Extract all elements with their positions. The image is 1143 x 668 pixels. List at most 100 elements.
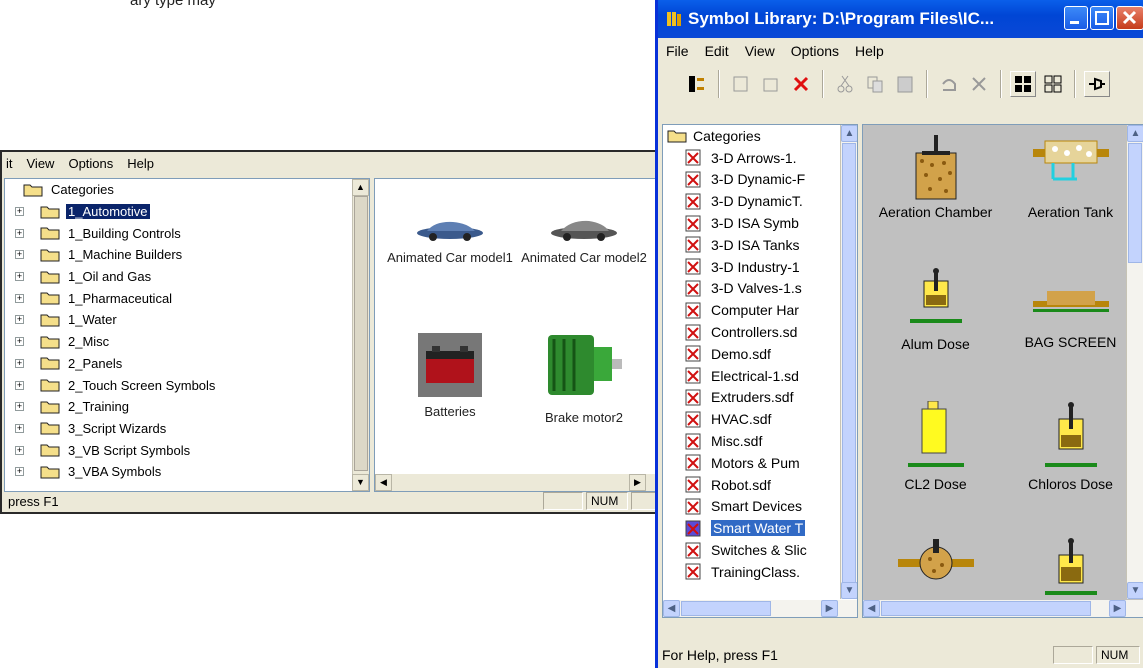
gallery-item[interactable]: Chloros Dose — [1008, 401, 1133, 492]
tree-item[interactable]: +2_Misc — [5, 331, 369, 353]
file-tree-hscrollbar[interactable]: ◀ ▶ — [663, 600, 857, 617]
expand-icon[interactable]: + — [15, 402, 24, 412]
tree-item[interactable]: Misc.sdf — [663, 430, 857, 452]
minimize-button[interactable] — [1064, 6, 1088, 30]
tree-item[interactable]: HVAC.sdf — [663, 408, 857, 430]
close-button[interactable] — [1116, 6, 1143, 30]
gallery-item[interactable]: Alum Dose — [873, 267, 998, 352]
gallery-item[interactable]: Batteries — [385, 333, 515, 420]
expand-icon[interactable]: + — [15, 228, 24, 238]
scroll-thumb[interactable] — [681, 601, 771, 616]
menu-view[interactable]: View — [745, 43, 775, 59]
menu-help[interactable]: Help — [127, 156, 154, 171]
back-category-tree[interactable]: Categories +1_Automotive +1_Building Contr… — [4, 178, 370, 492]
gallery-item[interactable] — [873, 539, 998, 592]
small-icons-button[interactable] — [1040, 71, 1066, 97]
expand-icon[interactable]: + — [15, 293, 24, 303]
expand-icon[interactable]: + — [15, 380, 24, 390]
new-symbol-button[interactable] — [728, 71, 754, 97]
scroll-thumb[interactable] — [1128, 143, 1142, 263]
expand-icon[interactable]: + — [15, 207, 24, 217]
tree-item[interactable]: 3-D Valves-1.s — [663, 278, 857, 300]
expand-icon[interactable]: + — [15, 423, 24, 433]
expand-icon[interactable]: + — [15, 358, 24, 368]
scroll-right-button[interactable]: ▶ — [629, 474, 646, 491]
symbol-library-window[interactable]: Symbol Library: D:\Program Files\IC... F… — [655, 0, 1143, 668]
paste-button[interactable] — [892, 71, 918, 97]
symbol-file-tree[interactable]: Categories 3-D Arrows-1. 3-D Dynamic-F 3-D… — [662, 124, 858, 618]
gallery-hscrollbar[interactable]: ◀ ▶ — [863, 600, 1143, 617]
expand-icon[interactable]: + — [15, 445, 24, 455]
cut-button[interactable] — [832, 71, 858, 97]
gallery-item[interactable]: Animated Car model1 — [385, 213, 515, 266]
tree-item[interactable]: 3-D Industry-1 — [663, 256, 857, 278]
scroll-thumb[interactable] — [881, 601, 1091, 616]
delete-button[interactable] — [788, 71, 814, 97]
tree-item[interactable]: +1_Automotive — [5, 201, 369, 223]
tree-item[interactable]: Electrical-1.sd — [663, 365, 857, 387]
scroll-up-button[interactable]: ▲ — [1127, 125, 1143, 142]
menu-options[interactable]: Options — [68, 156, 113, 171]
expand-icon[interactable]: + — [15, 315, 24, 325]
tree-item[interactable]: +1_Pharmaceutical — [5, 287, 369, 309]
scroll-down-button[interactable]: ▼ — [352, 474, 369, 491]
scroll-down-button[interactable]: ▼ — [841, 582, 857, 599]
tree-item[interactable]: +2_Training — [5, 396, 369, 418]
background-symbol-library-window[interactable]: it View Options Help Categories +1_Automo… — [0, 150, 666, 514]
tree-item[interactable]: 3-D Dynamic-F — [663, 169, 857, 191]
tree-item[interactable]: TrainingClass. — [663, 561, 857, 583]
gallery-item[interactable]: CL2 Dose — [873, 400, 998, 492]
expand-icon[interactable]: + — [15, 337, 24, 347]
tree-toggle-button[interactable] — [684, 71, 710, 97]
large-icons-button[interactable] — [1010, 71, 1036, 97]
tree-item[interactable]: 3-D Arrows-1. — [663, 147, 857, 169]
menu-help[interactable]: Help — [855, 43, 884, 59]
tree-item[interactable]: +2_Panels — [5, 353, 369, 375]
menu-file[interactable]: File — [666, 43, 689, 59]
undo-button[interactable] — [936, 71, 962, 97]
tree-item[interactable]: Switches & Slic — [663, 539, 857, 561]
expand-icon[interactable]: + — [15, 272, 24, 282]
tree-root[interactable]: Categories — [663, 125, 857, 147]
scroll-left-button[interactable]: ◀ — [375, 474, 392, 491]
tree-item[interactable]: 3-D ISA Symb — [663, 212, 857, 234]
tree-item[interactable]: +3_VBA Symbols — [5, 461, 369, 483]
scroll-right-button[interactable]: ▶ — [821, 600, 838, 617]
expand-icon[interactable]: + — [15, 250, 24, 260]
back-tree-scrollbar[interactable]: ▲ ▼ — [352, 179, 369, 491]
menu-edit[interactable]: Edit — [705, 43, 729, 59]
scroll-left-button[interactable]: ◀ — [863, 600, 880, 617]
tree-item[interactable]: 3-D DynamicT. — [663, 190, 857, 212]
back-symbol-gallery[interactable]: Animated Car model1 Animated Car model2 … — [374, 178, 666, 492]
tree-item[interactable]: Extruders.sdf — [663, 387, 857, 409]
tree-item[interactable]: +3_VB Script Symbols — [5, 439, 369, 461]
back-gallery-hscrollbar[interactable]: ◀ ▶ — [375, 474, 665, 491]
tree-item[interactable]: Controllers.sd — [663, 321, 857, 343]
tree-root[interactable]: Categories — [5, 179, 369, 201]
gallery-item[interactable]: Aeration Tank — [1008, 139, 1133, 220]
tree-item[interactable]: Smart Water T — [663, 517, 857, 539]
tree-item[interactable]: +1_Oil and Gas — [5, 266, 369, 288]
tree-item[interactable]: Demo.sdf — [663, 343, 857, 365]
tree-item[interactable]: +1_Building Controls — [5, 222, 369, 244]
expand-icon[interactable]: + — [15, 467, 24, 477]
gallery-vscrollbar[interactable]: ▲ ▼ — [1126, 125, 1143, 599]
gallery-item[interactable]: Brake motor2 — [519, 329, 649, 426]
scroll-left-button[interactable]: ◀ — [663, 600, 680, 617]
title-bar[interactable]: Symbol Library: D:\Program Files\IC... — [658, 0, 1143, 38]
tree-item[interactable]: Motors & Pum — [663, 452, 857, 474]
menu-edit[interactable]: it — [6, 156, 13, 171]
scroll-thumb[interactable] — [354, 196, 368, 471]
edit-symbol-button[interactable] — [758, 71, 784, 97]
cancel-button[interactable] — [966, 71, 992, 97]
scroll-up-button[interactable]: ▲ — [352, 179, 369, 196]
tree-item[interactable]: Robot.sdf — [663, 474, 857, 496]
tree-item[interactable]: 3-D ISA Tanks — [663, 234, 857, 256]
tree-item[interactable]: Computer Har — [663, 299, 857, 321]
tree-item[interactable]: +3_Script Wizards — [5, 418, 369, 440]
menu-options[interactable]: Options — [791, 43, 839, 59]
menu-view[interactable]: View — [27, 156, 55, 171]
scroll-right-button[interactable]: ▶ — [1109, 600, 1126, 617]
copy-button[interactable] — [862, 71, 888, 97]
pin-button[interactable] — [1084, 71, 1110, 97]
